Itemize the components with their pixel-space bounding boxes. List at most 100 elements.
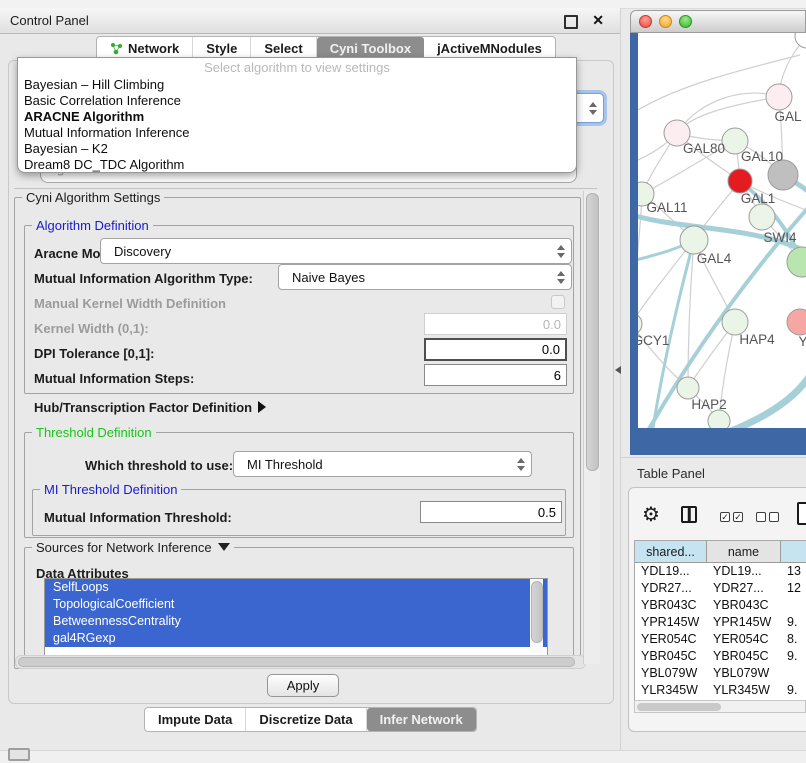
table-cell: YBR043C	[635, 597, 707, 614]
algorithm-option[interactable]: Bayesian – K2	[18, 141, 576, 157]
algorithm-option[interactable]: Basic Correlation Inference	[18, 93, 576, 109]
network-node[interactable]	[708, 410, 730, 428]
algorithm-definition-title: Algorithm Definition	[32, 218, 153, 233]
minimized-panel-icon[interactable]	[8, 748, 30, 761]
network-tab-icon	[110, 42, 123, 55]
dpi-tolerance-label: DPI Tolerance [0,1]:	[34, 346, 154, 361]
network-node[interactable]	[728, 169, 752, 193]
table-cell: 9.	[781, 648, 806, 665]
attribute-item[interactable]: SelfLoops	[45, 579, 547, 596]
table-row[interactable]: YDL19...YDL19...13	[635, 563, 806, 580]
network-edge-highlighted	[724, 372, 806, 428]
table-row[interactable]: YBR043CYBR043C	[635, 597, 806, 614]
table-row[interactable]: YLR345WYLR345W9.	[635, 682, 806, 699]
hub-definition-toggle[interactable]: Hub/Transcription Factor Definition	[34, 400, 266, 415]
zoom-traffic-light-icon[interactable]	[679, 15, 692, 28]
float-window-icon[interactable]	[564, 15, 578, 29]
manual-kernel-checkbox[interactable]	[551, 295, 565, 309]
algorithm-option[interactable]: ARACNE Algorithm	[18, 109, 576, 125]
expand-arrow-icon	[258, 401, 266, 413]
network-node[interactable]	[787, 309, 806, 335]
table-cell: YPR145W	[635, 614, 707, 631]
bottom-tab-label: Impute Data	[158, 712, 232, 727]
select-all-checkboxes-icon[interactable]: ✓✓	[720, 512, 743, 522]
column-header-shared[interactable]: shared...	[635, 541, 707, 563]
table-body: YDL19...YDL19...13YDR27...YDR27...12YBR0…	[635, 563, 806, 701]
which-threshold-combo[interactable]: MI Threshold	[233, 451, 532, 477]
mi-type-combo[interactable]: Naive Bayes	[278, 264, 572, 290]
attribute-item[interactable]: TopologicalCoefficient	[45, 596, 547, 613]
algorithm-option[interactable]: Mutual Information Inference	[18, 125, 576, 141]
settings-hscrollbar[interactable]	[15, 655, 586, 669]
mi-type-value: Naive Bayes	[292, 270, 365, 285]
control-panel-titlebar[interactable]: Control Panel ✕	[0, 8, 620, 34]
attribute-item[interactable]: gal4RGexp	[45, 630, 547, 647]
which-threshold-value: MI Threshold	[247, 457, 323, 472]
checked-box-icon: ✓	[720, 512, 730, 522]
column-header-a[interactable]: A	[781, 541, 806, 563]
algorithm-option[interactable]: Bayesian – Hill Climbing	[18, 77, 576, 93]
minimize-traffic-light-icon[interactable]	[659, 15, 672, 28]
attribute-table: shared...nameA YDL19...YDL19...13YDR27..…	[634, 540, 806, 702]
network-node[interactable]	[768, 160, 798, 190]
settings-hscrollbar-thumb[interactable]	[18, 657, 575, 667]
table-cell: YDR27...	[707, 580, 781, 597]
table-row[interactable]: YDR27...YDR27...12	[635, 580, 806, 597]
hub-definition-label: Hub/Transcription Factor Definition	[34, 400, 252, 415]
aracne-mode-combo[interactable]: Discovery	[100, 238, 572, 264]
network-node[interactable]	[677, 377, 699, 399]
settings-vscrollbar-thumb[interactable]	[586, 193, 599, 471]
close-traffic-light-icon[interactable]	[639, 15, 652, 28]
network-node[interactable]	[749, 204, 775, 230]
document-icon[interactable]	[797, 502, 806, 525]
section-divider	[14, 188, 597, 189]
columns-icon-divider	[688, 508, 691, 521]
mi-steps-field[interactable]	[424, 364, 567, 386]
bottom-tab-impute-data[interactable]: Impute Data	[145, 708, 246, 731]
sources-toggle[interactable]: Sources for Network Inference	[32, 540, 234, 555]
tab-label: Cyni Toolbox	[330, 41, 411, 56]
table-cell: 13	[781, 563, 806, 580]
gear-icon[interactable]: ⚙	[642, 503, 660, 527]
table-row[interactable]: YBL079WYBL079W	[635, 665, 806, 682]
table-row[interactable]: YER054CYER054C8.	[635, 631, 806, 648]
control-panel-window: Control Panel ✕ NetworkStyleSelectCyni T…	[0, 8, 621, 750]
mi-steps-label: Mutual Information Steps:	[34, 371, 194, 386]
algorithm-option[interactable]: Dream8 DC_TDC Algorithm	[18, 157, 576, 173]
network-node[interactable]	[680, 226, 708, 254]
network-graph[interactable]: GALGAL80GAL10GAL11GAL1SWI4GAL4GCY1HAP4YH…	[638, 33, 806, 428]
table-panel-divider	[620, 457, 806, 458]
table-cell: YDL19...	[707, 563, 781, 580]
network-window-titlebar[interactable]	[630, 10, 806, 33]
settings-vscrollbar[interactable]	[583, 191, 600, 664]
bottom-tab-discretize-data[interactable]: Discretize Data	[246, 708, 366, 731]
dpi-tolerance-field[interactable]	[424, 338, 567, 361]
bottom-tab-infer-network[interactable]: Infer Network	[367, 708, 476, 731]
columns-icon[interactable]	[681, 506, 697, 523]
table-row[interactable]: YPR145WYPR145W9.	[635, 614, 806, 631]
network-canvas[interactable]: GALGAL80GAL10GAL11GAL1SWI4GAL4GCY1HAP4YH…	[638, 33, 806, 428]
deselect-all-checkboxes-icon[interactable]	[756, 512, 779, 522]
network-node[interactable]	[638, 313, 642, 335]
attributes-scrollbar[interactable]	[530, 579, 543, 653]
network-node[interactable]	[787, 247, 806, 277]
kernel-width-field[interactable]	[424, 313, 567, 335]
attributes-scrollbar-thumb[interactable]	[531, 581, 543, 643]
which-threshold-label: Which threshold to use:	[85, 458, 233, 473]
table-cell: YDL19...	[635, 563, 707, 580]
network-node[interactable]	[766, 84, 792, 110]
close-icon[interactable]: ✕	[592, 11, 604, 30]
panel-collapse-arrow-icon[interactable]	[615, 366, 621, 374]
tab-label: Network	[128, 41, 179, 56]
attribute-item[interactable]: BetweennessCentrality	[45, 613, 547, 630]
table-hscrollbar-thumb[interactable]	[637, 703, 721, 711]
mi-threshold-field[interactable]	[420, 501, 562, 523]
mi-threshold-title: MI Threshold Definition	[40, 482, 181, 497]
column-header-name[interactable]: name	[707, 541, 781, 563]
apply-button[interactable]: Apply	[267, 674, 339, 697]
table-hscrollbar[interactable]	[634, 700, 806, 713]
network-node-label: GAL4	[697, 251, 732, 266]
bottom-strip	[0, 750, 806, 763]
table-row[interactable]: YBR045CYBR045C9.	[635, 648, 806, 665]
network-node[interactable]	[795, 33, 806, 48]
